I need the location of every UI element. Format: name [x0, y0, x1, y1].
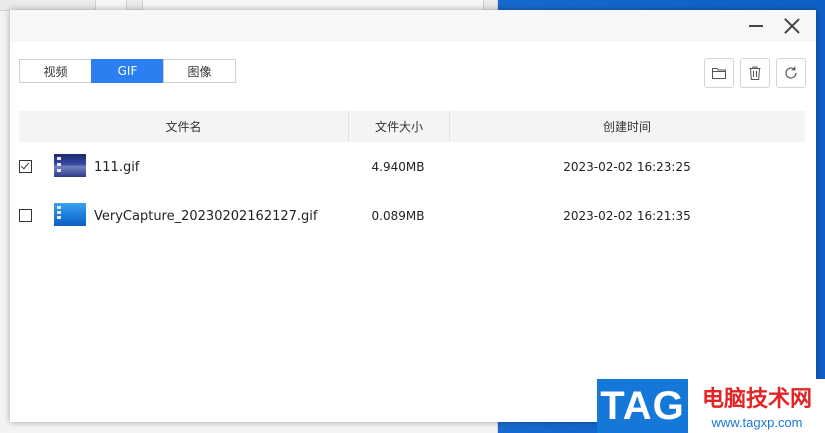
file-name: VeryCapture_20230202162127.gif	[94, 208, 318, 224]
watermark-logo: TAG	[597, 379, 688, 433]
trash-icon	[749, 66, 761, 80]
background-tab	[95, 0, 127, 10]
media-type-tabs: 视频 GIF 图像	[19, 59, 236, 83]
file-created-time: 2023-02-02 16:21:35	[563, 209, 691, 223]
refresh-icon	[785, 66, 797, 79]
watermark-url: www.tagxp.com	[711, 414, 803, 430]
tab-image[interactable]: 图像	[163, 59, 236, 83]
site-watermark: TAG 电脑技术网 www.tagxp.com	[597, 379, 825, 433]
table-row[interactable]: VeryCapture_20230202162127.gif 0.089MB 2…	[19, 201, 805, 231]
background-tab	[142, 0, 484, 10]
folder-icon	[712, 68, 726, 79]
tab-video[interactable]: 视频	[19, 59, 92, 83]
table-row[interactable]: 111.gif 4.940MB 2023-02-02 16:23:25	[19, 152, 805, 182]
file-size: 0.089MB	[371, 209, 425, 223]
column-header-size[interactable]: 文件大小	[348, 111, 450, 142]
minimize-button[interactable]	[738, 10, 774, 42]
watermark-site-name: 电脑技术网	[701, 387, 812, 412]
delete-button[interactable]	[740, 58, 770, 88]
file-thumbnail	[54, 203, 86, 226]
open-folder-button[interactable]	[704, 58, 734, 88]
file-thumbnail	[54, 154, 86, 177]
refresh-button[interactable]	[776, 58, 806, 88]
file-table-header: 文件名 文件大小 创建时间	[19, 111, 805, 142]
dialog-titlebar	[10, 10, 816, 42]
column-header-name[interactable]: 文件名	[19, 111, 348, 142]
row-checkbox[interactable]	[19, 160, 32, 173]
file-name: 111.gif	[94, 159, 140, 175]
file-created-time: 2023-02-02 16:23:25	[563, 160, 691, 174]
close-icon	[784, 18, 800, 34]
gif-list-dialog: 视频 GIF 图像 文件名 文件大小 创建时间 111.gif 4.940MB …	[10, 10, 816, 422]
tab-gif[interactable]: GIF	[91, 59, 164, 83]
file-size: 4.940MB	[371, 160, 425, 174]
row-checkbox[interactable]	[19, 209, 32, 222]
column-header-created[interactable]: 创建时间	[449, 111, 805, 142]
close-button[interactable]	[774, 10, 810, 42]
minimize-icon	[749, 25, 763, 27]
